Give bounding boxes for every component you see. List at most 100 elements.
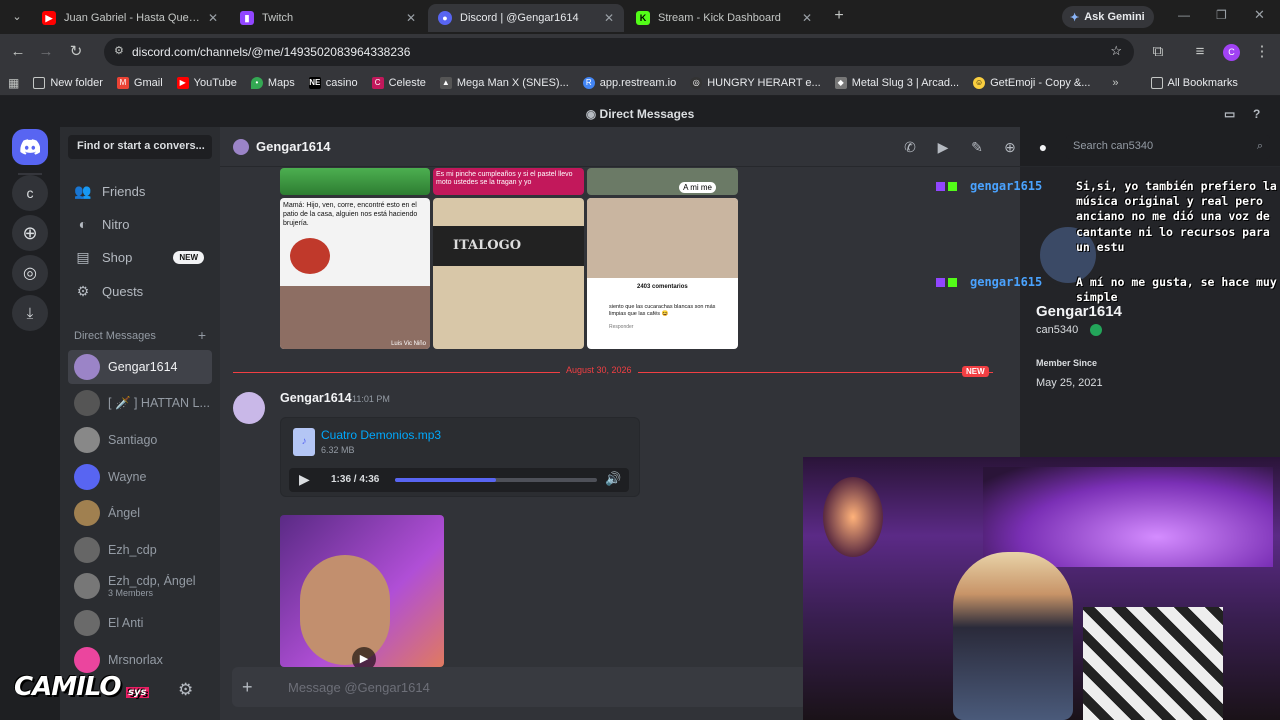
tab-youtube[interactable]: ▶ Juan Gabriel - Hasta Que Te Co ✕ (32, 4, 228, 32)
nitro-icon: ◐ (78, 216, 88, 232)
dm-item[interactable]: Wayne (68, 460, 212, 494)
close-icon[interactable]: ✕ (802, 11, 812, 25)
new-tab-button[interactable]: + (830, 7, 848, 27)
dm-item[interactable]: [ 🗡️ ] HATTAN L... (68, 386, 212, 420)
tab-title: Juan Gabriel - Hasta Que Te Co (64, 12, 200, 24)
message-author[interactable]: Gengar1614 (280, 391, 352, 405)
audio-attachment: ♪ Cuatro Demonios.mp3 6.32 MB ▶ 1:36 / 4… (280, 417, 640, 497)
inbox-icon[interactable]: ▭ (1224, 101, 1235, 127)
gmail-icon: M (116, 76, 129, 89)
bookmark-label: New folder (50, 76, 103, 89)
find-conversation-input[interactable]: Find or start a convers... (68, 135, 212, 159)
dm-item[interactable]: Gengar1614 (68, 350, 212, 384)
video-thumbnail[interactable]: ▶ (280, 515, 444, 667)
meme-image[interactable]: A mi me (587, 168, 738, 195)
add-dm-icon[interactable]: + (198, 328, 206, 342)
close-window-button[interactable]: ✕ (1254, 7, 1265, 23)
bookmark-item[interactable]: NE casino (308, 76, 358, 89)
bookmark-item[interactable]: ▲ Mega Man X (SNES)... (439, 76, 569, 89)
reply-link: Responder (609, 324, 634, 330)
minimize-button[interactable]: — (1178, 8, 1190, 22)
meme-image[interactable]: Es mi pinche cumpleaños y si el pastel l… (433, 168, 584, 195)
search-input[interactable]: Search can5340 ⌕ (1066, 135, 1270, 159)
bookmark-item[interactable]: ▶ YouTube (176, 76, 237, 89)
reload-button[interactable]: ↻ (66, 42, 86, 62)
meme-image[interactable]: 2403 comentarios siento que las cucarach… (587, 198, 738, 349)
all-bookmarks[interactable]: All Bookmarks (1150, 76, 1238, 89)
nav-shop[interactable]: ▤ Shop NEW (68, 241, 212, 273)
help-icon[interactable]: ? (1253, 101, 1260, 127)
message-input[interactable]: + Message @Gengar1614 (232, 667, 808, 707)
video-icon[interactable]: ▶ (934, 139, 952, 157)
bookmark-label: All Bookmarks (1167, 76, 1238, 89)
file-name-link[interactable]: Cuatro Demonios.mp3 (321, 428, 441, 442)
message-avatar[interactable] (233, 392, 265, 424)
back-button[interactable]: ← (8, 42, 28, 62)
chevron-right-icon[interactable]: » (1112, 77, 1118, 89)
settings-icon[interactable]: ⚙ (178, 680, 193, 700)
twitch-badge-icon (936, 278, 945, 287)
meme-caption: A mi me (679, 182, 716, 193)
dm-item[interactable]: El Anti (68, 606, 212, 640)
bookmark-label: YouTube (193, 76, 237, 89)
dm-item[interactable]: Ángel (68, 496, 212, 530)
tab-discord[interactable]: ● Discord | @Gengar1614 ✕ (428, 4, 624, 32)
add-friend-icon[interactable]: ⊕ (1001, 139, 1019, 157)
gemini-button[interactable]: ✦ Ask Gemini (1062, 6, 1154, 28)
seek-bar[interactable] (395, 478, 597, 482)
extensions-icon[interactable]: ⧉ (1148, 42, 1168, 62)
add-attachment-icon[interactable]: + (242, 677, 270, 698)
url-text: discord.com/channels/@me/149350208396433… (132, 45, 411, 59)
maximize-button[interactable]: ❐ (1216, 8, 1227, 22)
bookmark-item[interactable]: ◆ Metal Slug 3 | Arcad... (834, 76, 959, 89)
url-input[interactable]: ⚙ discord.com/channels/@me/1493502083964… (104, 38, 1134, 66)
close-icon[interactable]: ✕ (406, 11, 416, 25)
download-icon[interactable]: ⤓ (12, 295, 48, 331)
close-icon[interactable]: ✕ (208, 11, 218, 25)
play-icon[interactable]: ▶ (352, 647, 376, 667)
meme-image[interactable] (280, 168, 430, 195)
call-icon[interactable]: ✆ (901, 139, 919, 157)
bookmark-item[interactable]: New folder (33, 76, 103, 89)
tab-twitch[interactable]: ▮ Twitch ✕ (230, 4, 426, 32)
media-icon[interactable]: ≡ (1190, 42, 1210, 62)
bookmark-item[interactable]: M Gmail (116, 76, 163, 89)
bookmark-item[interactable]: C Celeste (371, 76, 426, 89)
tab-kick[interactable]: K Stream - Kick Dashboard ✕ (626, 4, 822, 32)
volume-icon[interactable]: 🔊 (605, 471, 621, 487)
play-icon[interactable]: ▶ (299, 471, 310, 488)
nav-quests[interactable]: ⚙ Quests (68, 275, 212, 307)
dm-item[interactable]: Ezh_cdp (68, 533, 212, 567)
home-button[interactable] (12, 129, 48, 165)
profile-avatar[interactable]: C (1223, 44, 1240, 61)
bookmark-item[interactable]: ◎ HUNGRY HERART e... (690, 76, 821, 89)
streamer-logo: CAMILO sys (14, 672, 149, 712)
add-server-icon[interactable]: ⊕ (12, 215, 48, 251)
nav-nitro[interactable]: ◐ Nitro (68, 208, 212, 240)
avatar (74, 610, 100, 636)
discord-titlebar: ◉ Direct Messages ▭ ? (0, 101, 1280, 127)
meme-image[interactable]: Mamá: Hijo, ven, corre, encontré esto en… (280, 198, 430, 349)
pin-icon[interactable]: ✎ (968, 139, 986, 157)
bookmark-item[interactable]: ☺ GetEmoji - Copy &... (973, 76, 1090, 89)
forward-button[interactable]: → (36, 42, 56, 62)
bookmark-star-icon[interactable]: ☆ (1110, 43, 1122, 59)
bookmark-item[interactable]: • Maps (250, 76, 295, 89)
celeste-icon: C (371, 76, 384, 89)
site-info-icon[interactable]: ⚙ (114, 44, 124, 57)
server-c[interactable]: c (12, 175, 48, 211)
meme-image[interactable]: ITALOGO (433, 198, 584, 349)
apps-icon[interactable]: ▦ (8, 76, 19, 90)
dm-item[interactable]: Santiago (68, 423, 212, 457)
browser-tab-bar: ⌄ ▶ Juan Gabriel - Hasta Que Te Co ✕ ▮ T… (0, 0, 1280, 34)
profile-toggle-icon[interactable]: ● (1034, 139, 1052, 157)
tab-search-button[interactable]: ⌄ (8, 8, 26, 26)
menu-icon[interactable]: ⋮ (1252, 42, 1272, 62)
dm-item[interactable]: Ezh_cdp, Ángel 3 Members (68, 569, 212, 603)
gemini-icon: ✦ (1070, 11, 1080, 24)
discover-icon[interactable]: ◎ (12, 255, 48, 291)
close-icon[interactable]: ✕ (604, 11, 614, 25)
profile-username: can5340 (1036, 324, 1079, 336)
bookmark-item[interactable]: Rapp.restream.io (582, 76, 676, 89)
nav-friends[interactable]: 👥 Friends (68, 175, 212, 207)
